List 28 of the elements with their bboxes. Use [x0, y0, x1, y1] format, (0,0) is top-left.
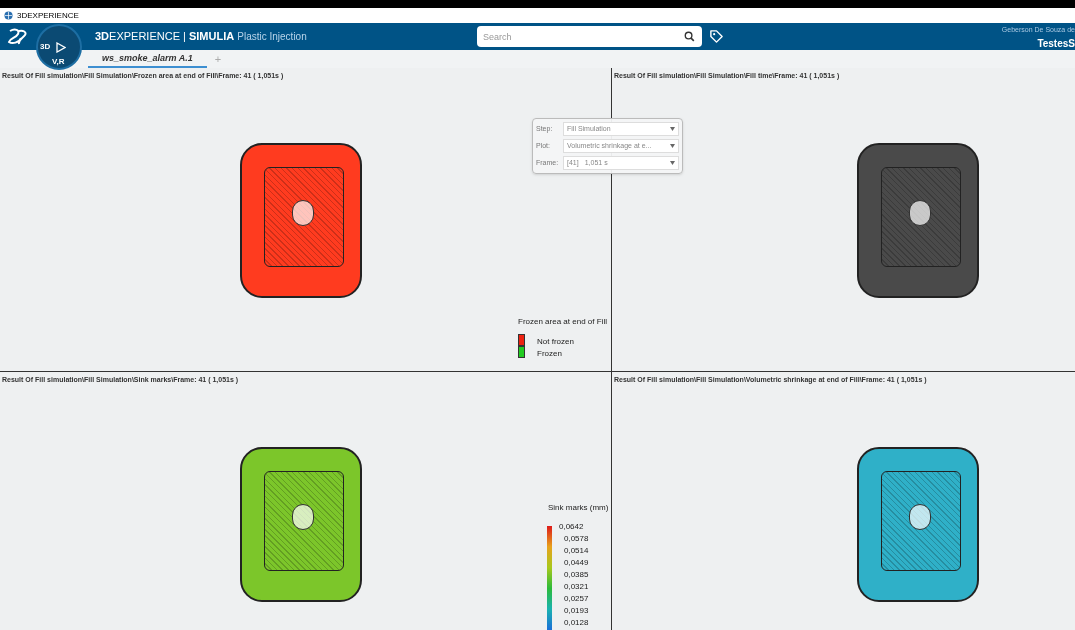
caret-icon[interactable]: [670, 144, 675, 148]
window-title: 3DEXPERIENCE: [17, 9, 79, 22]
legend-label: Not frozen: [537, 336, 574, 348]
search-icon[interactable]: [684, 31, 695, 42]
scale-label: 0,0578: [564, 533, 589, 545]
scale-label: 0,0128: [564, 617, 589, 629]
app-brand: 3DEXPERIENCE | SIMULIA Plastic Injection: [95, 29, 307, 45]
scale-label: 0,0449: [564, 557, 589, 569]
play-icon: [56, 42, 66, 53]
legend-label: Frozen: [537, 348, 562, 360]
caret-icon[interactable]: [670, 161, 675, 165]
app-globe-icon: [4, 11, 13, 20]
tenant-name[interactable]: TestesS: [1037, 35, 1075, 51]
ds-logo-icon: [7, 27, 29, 46]
search-field[interactable]: Search: [477, 26, 702, 47]
scale-label: 0,0193: [564, 605, 589, 617]
tag-icon[interactable]: [709, 29, 724, 44]
scale-label: 0,0257: [564, 593, 589, 605]
scale-label: 0,0514: [564, 545, 589, 557]
legend-title: Frozen area at end of Fill: [518, 316, 607, 328]
compass-label: 3D: [40, 42, 51, 52]
scale-label: 0,0321: [564, 581, 589, 593]
compass-label: V,R: [52, 57, 65, 67]
legend-title: Sink marks (mm): [548, 502, 609, 514]
compass-button[interactable]: 3D V,R: [36, 24, 82, 70]
caret-icon[interactable]: [670, 127, 675, 131]
scale-label: 0,0642: [559, 521, 584, 533]
scale-label: 0,0385: [564, 569, 589, 581]
